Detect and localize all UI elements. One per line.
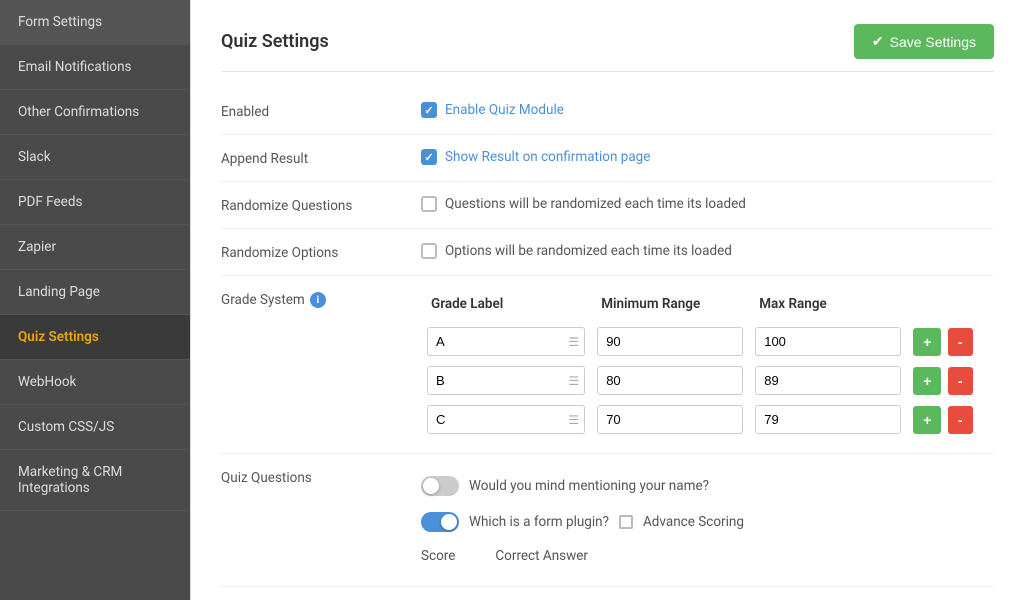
question-1-toggle[interactable] [421, 476, 459, 496]
randomize-options-label: Randomize Options [221, 243, 421, 261]
save-check-icon: ✔ [872, 33, 884, 50]
grade-remove-button-0[interactable]: - [948, 328, 973, 356]
grade-min-input-2[interactable] [597, 405, 743, 434]
grade-label-input-2[interactable] [427, 405, 585, 434]
save-settings-button[interactable]: ✔ Save Settings [854, 24, 994, 59]
quiz-questions-label: Quiz Questions [221, 468, 421, 486]
grade-row-1: ☰ + - [421, 361, 994, 400]
score-row: Score Correct Answer [421, 540, 588, 572]
sidebar-item-form-settings[interactable]: Form Settings [0, 0, 190, 45]
append-result-control: Show Result on confirmation page [421, 149, 994, 165]
advance-scoring-checkbox[interactable] [619, 515, 633, 529]
grade-max-input-1[interactable] [755, 366, 901, 395]
grade-table: Grade Label Minimum Range Max Range ☰ [421, 290, 994, 439]
grade-label-input-1[interactable] [427, 366, 585, 395]
score-label: Score [421, 548, 455, 564]
page-title: Quiz Settings [221, 31, 329, 52]
randomize-options-checkbox[interactable] [421, 243, 437, 259]
grade-row-2: ☰ + - [421, 400, 994, 439]
advance-scoring-label: Advance Scoring [643, 514, 744, 530]
grade-min-input-1[interactable] [597, 366, 743, 395]
randomize-questions-checkbox[interactable] [421, 196, 437, 212]
page-header: Quiz Settings ✔ Save Settings [221, 24, 994, 72]
quiz-questions-row: Quiz Questions Would you mind mentioning… [221, 454, 994, 587]
append-result-row: Append Result Show Result on confirmatio… [221, 135, 994, 182]
grade-list-icon-2: ☰ [568, 413, 579, 427]
sidebar-item-marketing-crm[interactable]: Marketing & CRM Integrations [0, 450, 190, 511]
grade-label-input-0[interactable] [427, 327, 585, 356]
actions-col-header [907, 290, 994, 322]
save-button-label: Save Settings [890, 34, 976, 50]
randomize-questions-label: Randomize Questions [221, 196, 421, 214]
grade-row-0: ☰ + - [421, 322, 994, 361]
question-1-text: Would you mind mentioning your name? [469, 478, 709, 494]
randomize-options-row: Randomize Options Options will be random… [221, 229, 994, 276]
enable-quiz-label[interactable]: Enable Quiz Module [445, 102, 564, 118]
grade-list-icon-1: ☰ [568, 374, 579, 388]
randomize-options-control: Options will be randomized each time its… [421, 243, 994, 259]
grade-list-icon-0: ☰ [568, 335, 579, 349]
main-content: Quiz Settings ✔ Save Settings Enabled En… [190, 0, 1024, 600]
sidebar-item-email-notifications[interactable]: Email Notifications [0, 45, 190, 90]
sidebar-item-other-confirmations[interactable]: Other Confirmations [0, 90, 190, 135]
enabled-label: Enabled [221, 102, 421, 120]
grade-max-input-0[interactable] [755, 327, 901, 356]
grade-add-button-1[interactable]: + [913, 367, 941, 395]
grade-system-info-icon[interactable]: i [310, 292, 326, 308]
min-range-col-header: Minimum Range [591, 290, 749, 322]
randomize-questions-control: Questions will be randomized each time i… [421, 196, 994, 212]
grade-system-control: Grade Label Minimum Range Max Range ☰ [421, 290, 994, 439]
grade-system-row: Grade System i Grade Label Minimum Range… [221, 276, 994, 454]
sidebar: Form SettingsEmail NotificationsOther Co… [0, 0, 190, 600]
sidebar-item-slack[interactable]: Slack [0, 135, 190, 180]
grade-max-input-2[interactable] [755, 405, 901, 434]
enabled-control: Enable Quiz Module [421, 102, 994, 118]
randomize-questions-text: Questions will be randomized each time i… [445, 196, 746, 212]
grade-add-button-2[interactable]: + [913, 406, 941, 434]
max-range-col-header: Max Range [749, 290, 907, 322]
grade-remove-button-1[interactable]: - [948, 367, 973, 395]
enabled-row: Enabled Enable Quiz Module [221, 88, 994, 135]
sidebar-item-pdf-feeds[interactable]: PDF Feeds [0, 180, 190, 225]
question-2-toggle[interactable] [421, 512, 459, 532]
randomize-questions-row: Randomize Questions Questions will be ra… [221, 182, 994, 229]
randomize-options-text: Options will be randomized each time its… [445, 243, 732, 259]
append-result-label: Append Result [221, 149, 421, 167]
correct-answer-label: Correct Answer [495, 548, 588, 564]
question-2-text: Which is a form plugin? [469, 514, 609, 530]
grade-remove-button-2[interactable]: - [948, 406, 973, 434]
grade-add-button-0[interactable]: + [913, 328, 941, 356]
quiz-question-2: Which is a form plugin? Advance Scoring [421, 504, 744, 540]
sidebar-item-quiz-settings[interactable]: Quiz Settings [0, 315, 190, 360]
enable-quiz-checkbox[interactable] [421, 102, 437, 118]
show-result-label[interactable]: Show Result on confirmation page [445, 149, 650, 165]
sidebar-item-custom-css-js[interactable]: Custom CSS/JS [0, 405, 190, 450]
show-result-checkbox[interactable] [421, 149, 437, 165]
sidebar-item-zapier[interactable]: Zapier [0, 225, 190, 270]
grade-min-input-0[interactable] [597, 327, 743, 356]
grade-label-col-header: Grade Label [421, 290, 591, 322]
quiz-questions-control: Would you mind mentioning your name? Whi… [421, 468, 994, 572]
grade-system-label: Grade System i [221, 290, 421, 308]
sidebar-item-landing-page[interactable]: Landing Page [0, 270, 190, 315]
sidebar-item-webhook[interactable]: WebHook [0, 360, 190, 405]
quiz-question-1: Would you mind mentioning your name? [421, 468, 709, 504]
